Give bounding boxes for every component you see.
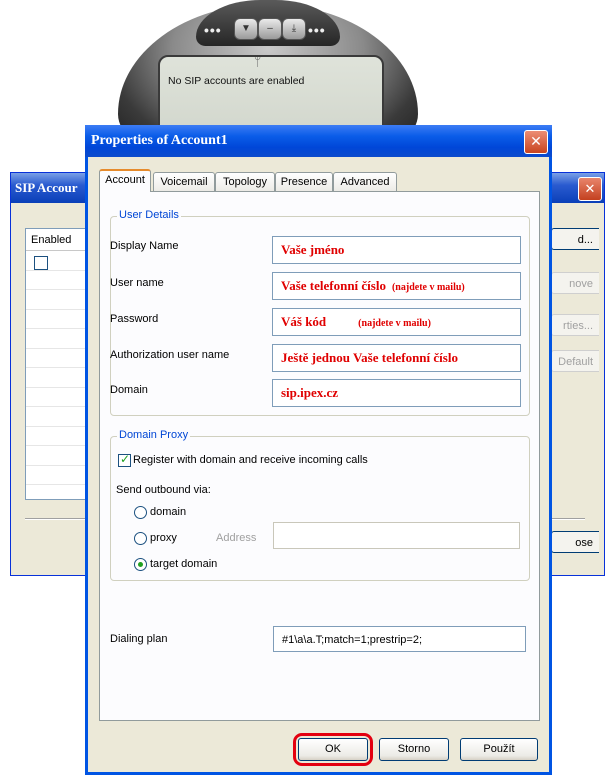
properties-button[interactable]: rties...	[551, 314, 599, 336]
display-name-label: Display Name	[110, 240, 179, 252]
address-field[interactable]	[273, 522, 520, 549]
sip-accounts-title: SIP Accour	[15, 180, 78, 195]
tab-advanced[interactable]: Advanced	[333, 172, 397, 191]
radio-domain-label[interactable]: domain	[150, 506, 186, 518]
close-button[interactable]: ose	[551, 531, 599, 553]
phone-dots-left-icon: •••	[204, 22, 222, 38]
tab-voicemail[interactable]: Voicemail	[153, 172, 215, 191]
phone-dots-right-icon: •••	[308, 22, 326, 38]
address-label: Address	[216, 532, 257, 544]
chevron-down-icon[interactable]: ▼	[234, 18, 258, 40]
register-checkbox[interactable]: ✓	[118, 452, 131, 467]
account-enabled-checkbox[interactable]	[34, 256, 48, 270]
phone-top-bar: ••• ▼ – ⤓ •••	[196, 0, 340, 46]
add-button[interactable]: d...	[551, 228, 599, 250]
user-name-label: User name	[110, 277, 164, 289]
password-field[interactable]: Váš kód (najdete v mailu)	[272, 308, 521, 336]
tab-presence[interactable]: Presence	[275, 172, 333, 191]
password-value: Váš kód (najdete v mailu)	[281, 314, 431, 329]
dialing-plan-label: Dialing plan	[110, 633, 168, 645]
auth-user-name-field[interactable]: Ještě jednou Vaše telefonní číslo	[272, 344, 521, 372]
user-details-legend: User Details	[117, 209, 181, 221]
apply-button[interactable]: Použít	[460, 738, 538, 761]
signal-icon: ᛘ	[254, 55, 262, 69]
domain-label: Domain	[110, 384, 148, 396]
cancel-button[interactable]: Storno	[379, 738, 449, 761]
default-button[interactable]: Default	[551, 350, 599, 372]
domain-proxy-legend: Domain Proxy	[117, 429, 191, 441]
radio-proxy[interactable]	[134, 532, 147, 545]
auth-user-name-label: Authorization user name	[110, 349, 230, 361]
radio-target-domain-label[interactable]: target domain	[150, 558, 217, 570]
radio-domain[interactable]	[134, 506, 147, 519]
remove-button[interactable]: nove	[551, 272, 599, 294]
account-tab-panel: User Details Display Name Vaše jméno Use…	[99, 191, 540, 721]
dialog-titlebar[interactable]: Properties of Account1 ✕	[85, 125, 552, 157]
ok-button[interactable]: OK	[298, 738, 368, 761]
softphone-skin: ••• ▼ – ⤓ ••• ᛘ No SIP accounts are enab…	[118, 0, 418, 154]
radio-target-domain[interactable]	[134, 558, 147, 571]
properties-dialog: Properties of Account1 ✕ Account Voicema…	[85, 125, 552, 775]
close-icon[interactable]: ✕	[578, 177, 602, 201]
domain-value: sip.ipex.cz	[281, 385, 339, 400]
password-label: Password	[110, 313, 159, 325]
user-name-field[interactable]: Vaše telefonní číslo (najdete v mailu)	[272, 272, 521, 300]
dialog-title: Properties of Account1	[91, 133, 228, 148]
domain-field[interactable]: sip.ipex.cz	[272, 379, 521, 407]
display-name-value: Vaše jméno	[281, 242, 345, 257]
minimize-icon[interactable]: –	[258, 18, 282, 40]
auth-user-name-value: Ještě jednou Vaše telefonní číslo	[281, 350, 458, 365]
register-label[interactable]: Register with domain and receive incomin…	[133, 454, 368, 466]
tab-topology[interactable]: Topology	[215, 172, 275, 191]
close-icon[interactable]: ✕	[524, 130, 548, 154]
user-name-value: Vaše telefonní číslo (najdete v mailu)	[281, 278, 465, 293]
radio-proxy-label[interactable]: proxy	[150, 532, 177, 544]
dialing-plan-field[interactable]: #1\a\a.T;match=1;prestrip=2;	[273, 626, 526, 652]
password-note: (najdete v mailu)	[358, 318, 431, 329]
download-icon[interactable]: ⤓	[282, 18, 306, 40]
tab-account[interactable]: Account	[99, 169, 151, 192]
phone-status-text: No SIP accounts are enabled	[168, 75, 305, 87]
send-outbound-label: Send outbound via:	[116, 484, 211, 496]
checkmark-icon: ✓	[120, 452, 131, 466]
dialing-plan-value: #1\a\a.T;match=1;prestrip=2;	[282, 634, 423, 646]
user-name-note: (najdete v mailu)	[391, 282, 465, 293]
display-name-field[interactable]: Vaše jméno	[272, 236, 521, 264]
